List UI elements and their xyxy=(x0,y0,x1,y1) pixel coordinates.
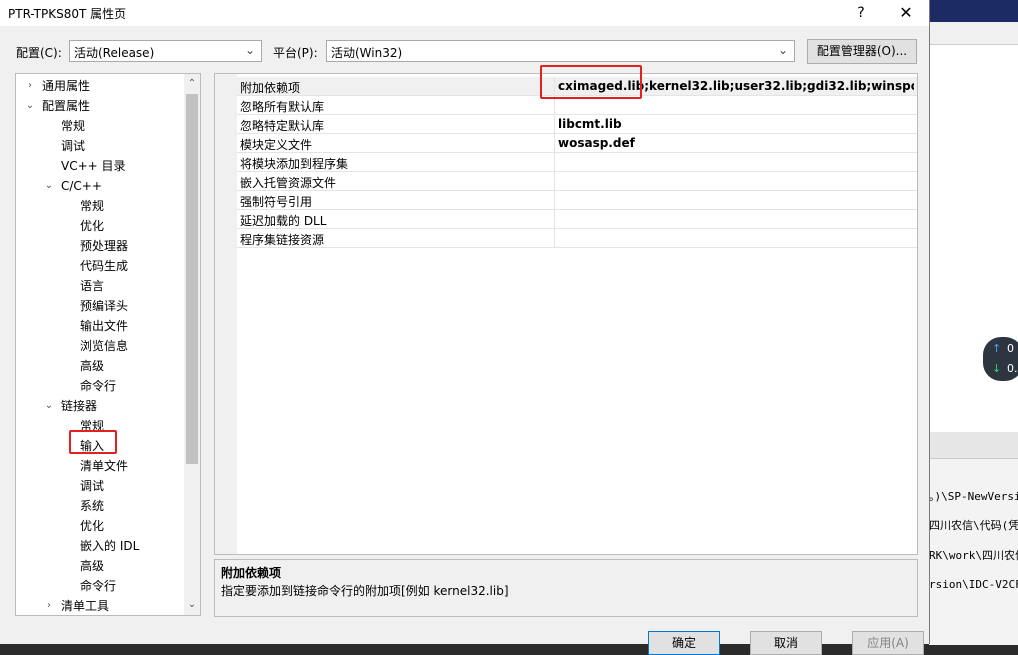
ok-button[interactable]: 确定 xyxy=(648,631,720,655)
scroll-up-icon[interactable]: ⌃ xyxy=(184,76,200,92)
property-row[interactable]: 模块定义文件 wosasp.def xyxy=(237,134,917,153)
tree-item[interactable]: 优化 xyxy=(80,516,104,536)
chevron-down-icon[interactable]: ⌄ xyxy=(24,96,36,116)
chevron-right-icon[interactable]: › xyxy=(24,76,36,96)
property-row[interactable]: 强制符号引用 xyxy=(237,191,917,210)
tree-item[interactable]: 代码生成 xyxy=(80,256,128,276)
tree-item[interactable]: 清单工具 xyxy=(61,596,109,615)
tree-item[interactable]: 清单文件 xyxy=(80,456,128,476)
background-window-titlebar xyxy=(929,0,1018,22)
property-name: 强制符号引用 xyxy=(240,195,313,209)
config-select[interactable]: 活动(Release) ⌄ xyxy=(69,40,262,62)
config-label: 配置(C): xyxy=(16,46,62,60)
property-row[interactable]: 将模块添加到程序集 xyxy=(237,153,917,172)
tree-item[interactable]: VC++ 目录 xyxy=(61,156,126,176)
platform-label: 平台(P): xyxy=(273,46,318,60)
tree-item[interactable]: 调试 xyxy=(61,136,85,156)
background-output-line: 四川农信\代码(凭 xyxy=(929,519,1018,532)
property-name: 忽略所有默认库 xyxy=(240,100,325,114)
tree-item[interactable]: 输出文件 xyxy=(80,316,128,336)
property-name: 将模块添加到程序集 xyxy=(240,157,349,171)
column-divider xyxy=(554,115,555,134)
tree-item[interactable]: 嵌入的 IDL xyxy=(80,536,139,556)
property-row[interactable]: 忽略特定默认库 libcmt.lib xyxy=(237,115,917,134)
property-value[interactable]: libcmt.lib xyxy=(558,117,914,131)
property-grid[interactable]: 附加依赖项 cximaged.lib;kernel32.lib;user32.li… xyxy=(214,73,918,555)
tree-item[interactable]: 常规 xyxy=(80,196,104,216)
tree-item[interactable]: 命令行 xyxy=(80,576,116,596)
chevron-down-icon[interactable]: ⌄ xyxy=(43,176,55,196)
background-window-toolbar xyxy=(929,22,1018,45)
tree-item[interactable]: 命令行 xyxy=(80,376,116,396)
download-arrow-icon: ↓ xyxy=(992,362,1002,375)
net-down-value: 0.4 xyxy=(1007,362,1018,375)
tree-item[interactable]: 调试 xyxy=(80,476,104,496)
tree-item[interactable]: 优化 xyxy=(80,216,104,236)
property-name: 模块定义文件 xyxy=(240,138,313,152)
property-name: 嵌入托管资源文件 xyxy=(240,176,337,190)
property-row[interactable]: 延迟加载的 DLL xyxy=(237,210,917,229)
tree-item[interactable]: 预处理器 xyxy=(80,236,128,256)
property-name: 程序集链接资源 xyxy=(240,233,325,247)
platform-select[interactable]: 活动(Win32) ⌄ xyxy=(326,40,795,62)
net-up-value: 0 xyxy=(1007,342,1014,355)
column-divider xyxy=(554,210,555,229)
tree-item[interactable]: 常规 xyxy=(61,116,85,136)
description-text: 指定要添加到链接命令行的附加项[例如 kernel32.lib] xyxy=(221,584,509,598)
chevron-down-icon: ⌄ xyxy=(244,43,255,57)
tree-item[interactable]: 通用属性 xyxy=(42,76,90,96)
grid-gutter xyxy=(215,74,237,554)
description-title: 附加依赖项 xyxy=(221,566,282,580)
column-divider xyxy=(554,191,555,210)
property-row[interactable]: 嵌入托管资源文件 xyxy=(237,172,917,191)
network-speed-widget[interactable]: ↑ 0 ↓ 0.4 xyxy=(983,337,1018,381)
property-pages-dialog: PTR-TPKS80T 属性页 ? ✕ 配置(C): 活动(Release) ⌄… xyxy=(0,0,930,655)
tree-item[interactable]: 浏览信息 xyxy=(80,336,128,356)
description-pane: 附加依赖项 指定要添加到链接命令行的附加项[例如 kernel32.lib] xyxy=(214,559,918,617)
column-divider xyxy=(554,134,555,153)
apply-button[interactable]: 应用(A) xyxy=(852,631,924,655)
chevron-down-icon: ⌄ xyxy=(777,43,788,57)
help-button[interactable]: ? xyxy=(850,2,872,24)
column-divider xyxy=(554,153,555,172)
tree-item[interactable]: 配置属性 xyxy=(42,96,90,116)
platform-select-value: 活动(Win32) xyxy=(331,46,403,60)
tree-item[interactable]: 预编译头 xyxy=(80,296,128,316)
property-value[interactable]: wosasp.def xyxy=(558,136,914,150)
background-window: 。)\SP-NewVersi 四川农信\代码(凭 RK\work\四川农信 rs… xyxy=(929,0,1018,645)
tree-scrollbar[interactable]: ⌃ ⌄ xyxy=(184,74,200,615)
background-output-header xyxy=(929,432,1018,459)
property-name: 附加依赖项 xyxy=(240,81,301,95)
tree-item[interactable]: 高级 xyxy=(80,356,104,376)
highlight-box-cximaged xyxy=(540,65,642,99)
config-select-value: 活动(Release) xyxy=(74,46,155,60)
close-button[interactable]: ✕ xyxy=(895,2,917,24)
chevron-right-icon[interactable]: › xyxy=(43,596,55,615)
chevron-down-icon[interactable]: ⌄ xyxy=(43,396,55,416)
scrollbar-thumb[interactable] xyxy=(186,94,198,464)
background-output-line: 。)\SP-NewVersi xyxy=(929,490,1018,503)
background-output-line: RK\work\四川农信 xyxy=(929,549,1018,562)
background-output-line: rsion\IDC-V2CF\ xyxy=(929,578,1018,591)
settings-tree[interactable]: › 通用属性 ⌄ 配置属性 常规 调试 VC++ 目录 ⌄ C/C++ 常规 优化 预处理器 代码生成语… xyxy=(15,73,201,616)
property-name: 延迟加载的 DLL xyxy=(240,214,327,228)
background-output-pane xyxy=(929,432,1018,645)
tree-item[interactable]: 语言 xyxy=(80,276,104,296)
upload-arrow-icon: ↑ xyxy=(992,342,1002,355)
property-row[interactable]: 程序集链接资源 xyxy=(237,229,917,248)
tree-item[interactable]: 系统 xyxy=(80,496,104,516)
dialog-titlebar: PTR-TPKS80T 属性页 ? ✕ xyxy=(0,0,929,26)
column-divider xyxy=(554,229,555,248)
tree-item[interactable]: 高级 xyxy=(80,556,104,576)
column-divider xyxy=(554,172,555,191)
property-name: 忽略特定默认库 xyxy=(240,119,325,133)
highlight-box-input xyxy=(69,430,117,454)
scroll-down-icon[interactable]: ⌄ xyxy=(184,597,200,613)
config-manager-button[interactable]: 配置管理器(O)... xyxy=(807,39,917,64)
cancel-button[interactable]: 取消 xyxy=(750,631,822,655)
tree-item[interactable]: 链接器 xyxy=(61,396,97,416)
tree-item[interactable]: C/C++ xyxy=(61,176,102,196)
dialog-title: PTR-TPKS80T 属性页 xyxy=(8,7,127,21)
